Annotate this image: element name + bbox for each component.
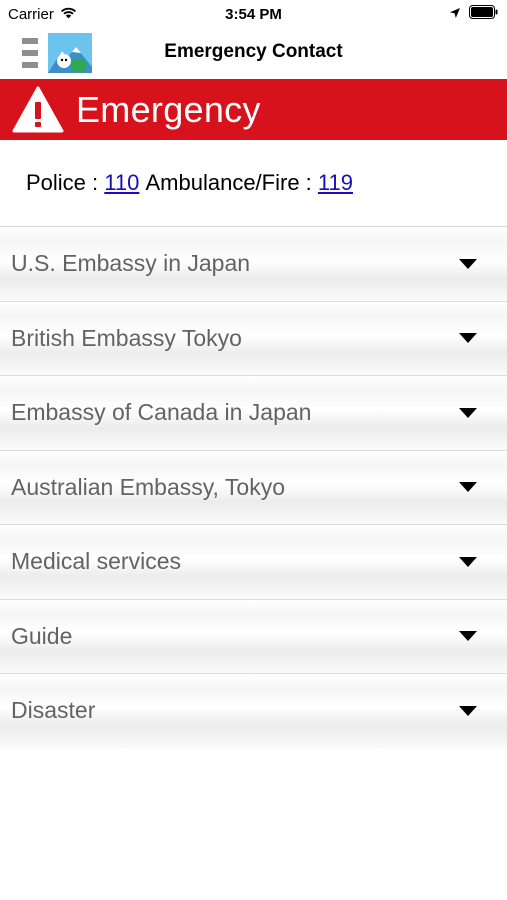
accordion-item-canada-embassy[interactable]: Embassy of Canada in Japan xyxy=(0,375,507,450)
caret-down-icon xyxy=(459,705,477,716)
carrier-label: Carrier xyxy=(8,5,54,23)
accordion-item-australian-embassy[interactable]: Australian Embassy, Tokyo xyxy=(0,449,507,524)
accordion-item-us-embassy[interactable]: U.S. Embassy in Japan xyxy=(0,226,507,301)
caret-down-icon xyxy=(459,631,477,642)
caret-down-icon xyxy=(459,407,477,418)
police-label: Police : xyxy=(26,170,99,195)
accordion-label: Medical services xyxy=(11,548,181,575)
accordion-label: Guide xyxy=(11,622,73,649)
accordion-item-medical-services[interactable]: Medical services xyxy=(0,524,507,599)
status-bar: Carrier 3:54 PM xyxy=(0,0,507,28)
warning-icon xyxy=(12,86,64,134)
accordion-label: Australian Embassy, Tokyo xyxy=(11,473,285,500)
status-left: Carrier xyxy=(8,6,158,23)
accordion-label: U.S. Embassy in Japan xyxy=(11,250,251,277)
accordion-label: British Embassy Tokyo xyxy=(11,324,242,351)
caret-down-icon xyxy=(459,258,477,269)
caret-down-icon xyxy=(459,333,477,344)
battery-icon xyxy=(469,5,499,23)
banner-title: Emergency xyxy=(76,88,261,130)
ambulance-label: Ambulance/Fire : xyxy=(145,170,312,195)
ambulance-number-link[interactable]: 119 xyxy=(318,170,353,196)
accordion-item-british-embassy[interactable]: British Embassy Tokyo xyxy=(0,300,507,375)
accordion-item-disaster[interactable]: Disaster xyxy=(0,673,507,748)
accordion-label: Disaster xyxy=(11,697,96,724)
police-number-link[interactable]: 110 xyxy=(104,170,139,196)
caret-down-icon xyxy=(459,556,477,567)
accordion-item-guide[interactable]: Guide xyxy=(0,598,507,673)
emergency-banner: Emergency xyxy=(0,79,507,140)
page-title: Emergency Contact xyxy=(164,41,343,62)
caret-down-icon xyxy=(459,482,477,493)
status-right xyxy=(349,5,499,23)
emergency-numbers: Police : 110 Ambulance/Fire : 119 xyxy=(0,140,507,226)
location-arrow-icon xyxy=(449,6,461,23)
nav-bar: Emergency Contact xyxy=(0,28,507,78)
accordion-label: Embassy of Canada in Japan xyxy=(11,399,312,426)
contact-accordion: U.S. Embassy in Japan British Embassy To… xyxy=(0,226,507,748)
wifi-icon xyxy=(60,6,77,23)
